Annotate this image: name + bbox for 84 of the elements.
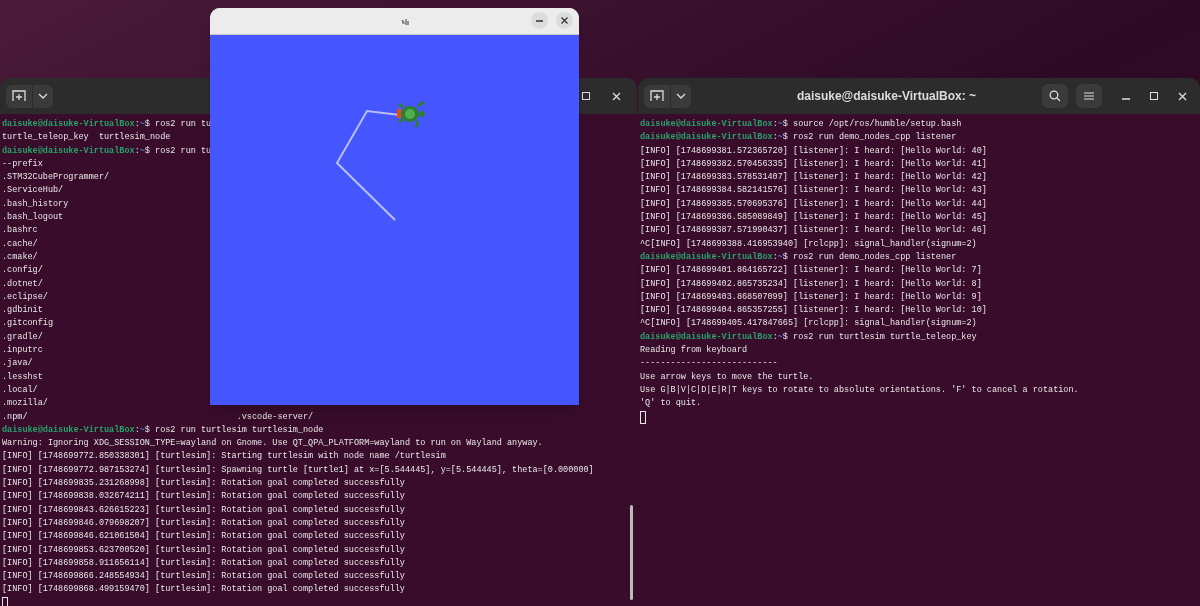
new-tab-icon (12, 90, 26, 102)
output-line: .local/ (2, 383, 38, 397)
minimize-button[interactable] (531, 12, 548, 29)
scrollbar[interactable] (630, 505, 633, 600)
output-line: [INFO] [1748699386.585089849] [listener]: I heard: [Hello World: 45] (640, 211, 987, 225)
window-title: daisuke@daisuke-VirtualBox: ~ (796, 88, 977, 105)
command-line: daisuke@daisuke-VirtualBox:~$ ros2 run demo_nodes_cpp listener (640, 131, 957, 145)
output-line: --------------------------- (640, 357, 778, 371)
output-line: [INFO] [1748699387.571990437] [listener]: I heard: [Hello World: 46] (640, 224, 987, 238)
output-line: Reading from keyboard (640, 344, 748, 358)
new-tab-button[interactable] (6, 84, 32, 108)
menu-icon (1084, 92, 1094, 100)
output-line: Use G|B|V|C|D|E|R|T keys to rotate to absolute orientations. 'F' to cancel a rotation. (640, 383, 1079, 397)
output-line: .lesshst (2, 370, 43, 384)
output-line: [INFO] [1748699401.864165722] [listener]: I heard: [Hello World: 7] (640, 264, 982, 278)
output-line: ^C[INFO] [1748699388.416953940] [rclcpp]: signal_handler(signum=2) (640, 237, 977, 251)
output-line: .cmake/ (2, 250, 38, 264)
output-line: .gradle/ (2, 330, 43, 344)
output-line: .mozilla/ (2, 397, 48, 411)
output-line: [INFO] [1748699866.248554934] [turtlesim]: Rotation goal completed successfully (2, 570, 405, 584)
output-line: .cache/ (2, 237, 38, 251)
search-icon (1049, 90, 1061, 102)
output-line: [INFO] [1748699772.850338301] [turtlesim]: Starting turtlesim with node name /turtlesim (2, 450, 446, 464)
output-line: [INFO] [1748699403.868507099] [listener]: I heard: [Hello World: 9] (640, 290, 982, 304)
output-line: [INFO] [1748699772.987153274] [turtlesim]: Spawning turtle [turtle1] at x=[5.544445], y=[5.544445], theta=[0.000000] (2, 463, 594, 477)
command-line: daisuke@daisuke-VirtualBox:~$ ros2 run turtlesim turtle_teleop_key (640, 330, 977, 344)
caret-icon (676, 93, 686, 99)
search-button[interactable] (1042, 84, 1068, 108)
output-line: .java/ (2, 357, 33, 371)
dropdown-button[interactable] (671, 84, 691, 108)
output-line: [INFO] [1748699858.911656114] [turtlesim]: Rotation goal completed successfully (2, 556, 405, 570)
output-line: turtle_teleop_key turtlesim_node (2, 131, 171, 145)
output-line: .bash_logout (2, 211, 64, 225)
close-button[interactable] (556, 12, 573, 29)
close-icon (1177, 91, 1187, 101)
output-line: [INFO] [1748699385.570695376] [listener]: I heard: [Hello World: 44] (640, 197, 987, 211)
output-line: .eclipse/ (2, 290, 48, 304)
file-name: .vscode-server/ (236, 410, 314, 424)
minimize-icon (536, 19, 543, 22)
output-line: .gdbinit (2, 304, 43, 318)
output-line: ^C[INFO] [1748699405.417847665] [rclcpp]: signal_handler(signum=2) (640, 317, 977, 331)
command-line: daisuke@daisuke-VirtualBox:~$ ros2 run tu (2, 144, 212, 158)
output-line: .dotnet/ (2, 277, 43, 291)
output-line: [INFO] [1748699843.626615223] [turtlesim]: Rotation goal completed successfully (2, 503, 405, 517)
command-line: daisuke@daisuke-VirtualBox:~$ source /opt/ros/humble/setup.bash (640, 118, 962, 131)
output-line: [INFO] [1748699381.572365720] [listener]: I heard: [Hello World: 40] (640, 144, 987, 158)
output-line: .gitconfig (2, 317, 53, 331)
output-line: [INFO] [1748699853.623700520] [turtlesim]: Rotation goal completed successfully (2, 543, 405, 557)
output-line: .bash_history (2, 197, 69, 211)
command-line: daisuke@daisuke-VirtualBox:~$ ros2 run demo_nodes_cpp listener (640, 250, 957, 264)
output-line: Use arrow keys to move the turtle. (640, 370, 814, 384)
output-line: [INFO] [1748699402.865735234] [listener]: I heard: [Hello World: 8] (640, 277, 982, 291)
output-line: [INFO] [1748699868.499159470] [turtlesim]: Rotation goal completed successfully (2, 583, 405, 597)
turtle-drawing (397, 100, 426, 129)
new-tab-icon (650, 90, 664, 102)
text-cursor (640, 410, 646, 424)
command-line: daisuke@daisuke-VirtualBox:~$ ros2 run turtlesim turtlesim_node (2, 423, 324, 437)
new-tab-button[interactable] (644, 84, 670, 108)
caret-icon (38, 93, 48, 99)
output-line: .STM32CubeProgrammer/ (2, 171, 110, 185)
output-line: [INFO] [1748699846.079698207] [turtlesim]: Rotation goal completed successfully (2, 516, 405, 530)
output-line: [INFO] [1748699838.032674211] [turtlesim]: Rotation goal completed successfully (2, 490, 405, 504)
output-line: [INFO] [1748699846.621061504] [turtlesim]: Rotation goal completed successfully (2, 530, 405, 544)
output-line: --prefix (2, 157, 43, 171)
file-name: .npm/ (2, 410, 29, 424)
output-line: .inputrc (2, 344, 43, 358)
output-line: [INFO] [1748699835.231268998] [turtlesim]: Rotation goal completed successfully (2, 477, 405, 490)
menu-button[interactable] (1076, 84, 1102, 108)
output-line: 'Q' to quit. (640, 397, 702, 411)
command-line: daisuke@daisuke-VirtualBox:~$ ros2 run tu (2, 118, 212, 131)
dropdown-button[interactable] (33, 84, 53, 108)
maximize-icon (582, 92, 590, 100)
close-icon (561, 17, 568, 24)
text-cursor (2, 596, 8, 606)
output-line: [INFO] [1748699404.865357255] [listener]: I heard: [Hello World: 10] (640, 304, 987, 318)
maximize-icon (1150, 92, 1158, 100)
output-line: [INFO] [1748699383.578531407] [listener]: I heard: [Hello World: 42] (640, 171, 987, 185)
output-line: .config/ (2, 264, 43, 278)
output-line: [INFO] [1748699384.582141576] [listener]: I heard: [Hello World: 43] (640, 184, 987, 198)
output-line: .ServiceHub/ (2, 184, 64, 198)
output-line: [INFO] [1748699382.570456335] [listener]: I heard: [Hello World: 41] (640, 157, 987, 171)
close-icon (611, 91, 621, 101)
output-line: .bashrc (2, 224, 38, 238)
output-line: Warning: Ignoring XDG_SESSION_TYPE=wayland on Gnome. Use QT_QPA_PLATFORM=wayland to run on Wayland anyway. (2, 437, 543, 451)
